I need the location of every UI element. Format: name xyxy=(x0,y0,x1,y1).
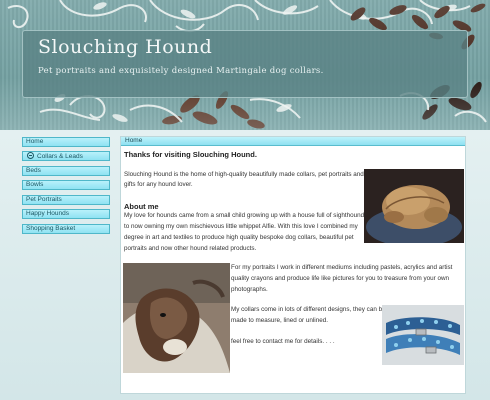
dog-collars-photo xyxy=(382,305,464,365)
intro-text-line: gifts for any hound lover. xyxy=(124,181,193,188)
portraits-text-line: photographs. xyxy=(231,286,268,293)
nav-item-label: Collars & Leads xyxy=(37,153,83,160)
nav-item-home[interactable]: Home xyxy=(22,137,110,147)
nav-item-label: Bowls xyxy=(26,181,44,188)
nav-item-label: Pet Portraits xyxy=(26,196,62,203)
nav-item-beds[interactable]: Beds xyxy=(22,166,110,176)
about-heading: About me xyxy=(124,202,159,211)
nav-item-bowls[interactable]: Bowls xyxy=(22,180,110,190)
contact-text: feel free to contact me for details. . .… xyxy=(231,338,335,345)
nav-item-happy-hounds[interactable]: Happy Hounds xyxy=(22,209,110,219)
nav-item-label: Happy Hounds xyxy=(26,210,69,217)
welcome-heading: Thanks for visiting Slouching Hound. xyxy=(124,150,257,159)
sleeping-whippet-photo xyxy=(364,169,464,243)
nav-item-pet-portraits[interactable]: Pet Portraits xyxy=(22,195,110,205)
nav-item-label: Shopping Basket xyxy=(26,225,76,232)
greyhound-portrait-photo xyxy=(123,263,230,373)
portraits-text-line: For my portraits I work in different med… xyxy=(231,264,453,271)
about-text-line: degree in art and textiles to produce hi… xyxy=(124,234,354,241)
nav-item-collars-leads[interactable]: Collars & Leads xyxy=(22,151,110,161)
nav-item-label: Home xyxy=(26,138,44,145)
intro-text-line: Slouching Hound is the home of high-qual… xyxy=(124,171,364,178)
nav-item-label: Beds xyxy=(26,167,41,174)
collars-text-line: My collars come in lots of different des… xyxy=(231,306,386,313)
about-text-line: portraits and now other hound related pr… xyxy=(124,245,257,252)
site-title[interactable]: Slouching Hound xyxy=(38,36,212,58)
main-content: Home Thanks for visiting Slouching Hound… xyxy=(120,136,466,394)
portraits-text-line: quality crayons and produce life like pi… xyxy=(231,275,450,282)
site-tagline: Pet portraits and exquisitely designed M… xyxy=(38,66,324,76)
about-text-line: My love for hounds came from a small chi… xyxy=(124,212,368,219)
collars-text-line: made to measure, lined or unlined. xyxy=(231,317,328,324)
nav-item-shopping-basket[interactable]: Shopping Basket xyxy=(22,224,110,234)
breadcrumb-home-link[interactable]: Home xyxy=(125,137,142,144)
site-header: Slouching Hound Pet portraits and exquis… xyxy=(0,0,490,130)
about-text-line: to now owning my own mischievous little … xyxy=(124,223,358,230)
breadcrumb: Home xyxy=(121,137,465,146)
circle-minus-icon xyxy=(27,152,34,159)
